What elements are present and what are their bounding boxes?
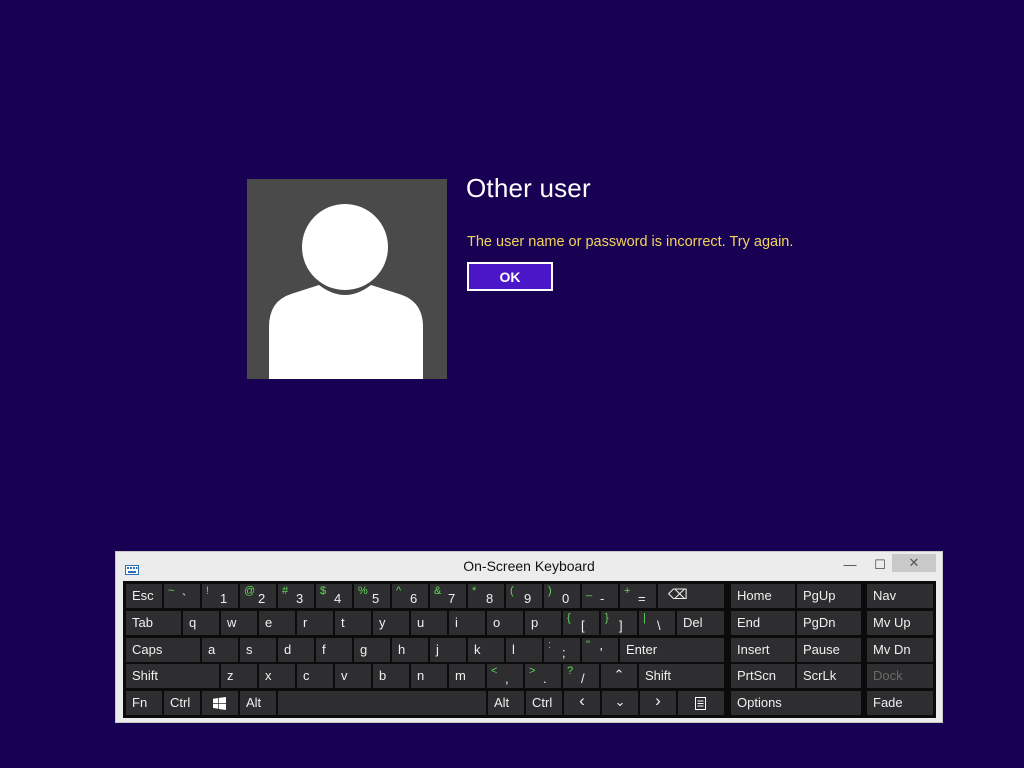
key-esc[interactable]: Esc [126,584,162,608]
close-button[interactable]: ✕ [892,554,936,572]
user-title: Other user [466,173,591,203]
key-d[interactable]: d [278,638,314,662]
key-minus[interactable]: _ - [582,584,618,608]
key-h[interactable]: h [392,638,428,662]
key-pause[interactable]: Pause [797,638,861,662]
key-k[interactable]: k [468,638,504,662]
key-z[interactable]: z [221,664,257,688]
key-period[interactable]: >. [525,664,561,688]
on-screen-keyboard-window: On-Screen Keyboard — ☐ ✕ Esc ~ ` ! 1 @2 #3… [115,551,943,723]
key-end[interactable]: End [731,611,795,635]
osk-title: On-Screen Keyboard [463,558,595,574]
key-mv-dn[interactable]: Mv Dn [867,638,933,662]
key-fade[interactable]: Fade [867,691,933,715]
key-enter[interactable]: Enter [620,638,724,662]
key-windows[interactable] [202,691,238,715]
user-avatar [247,179,447,379]
arrow-up-icon: ⌃ [613,667,625,682]
key-6[interactable]: ^ 6 [392,584,428,608]
key-o[interactable]: o [487,611,523,635]
key-ctrl-left[interactable]: Ctrl [164,691,200,715]
key-right-bracket[interactable]: }] [601,611,637,635]
key-7[interactable]: & 7 [430,584,466,608]
key-i[interactable]: i [449,611,485,635]
arrow-down-icon: ⌄ [614,694,626,709]
key-prtscn[interactable]: PrtScn [731,664,795,688]
arrow-left-icon: ‹ [579,691,585,710]
key-0[interactable]: ) 0 [544,584,580,608]
key-backspace[interactable]: ⌫ [658,584,724,608]
key-g[interactable]: g [354,638,390,662]
key-8[interactable]: * 8 [468,584,504,608]
key-3[interactable]: #3 [278,584,314,608]
key-mv-up[interactable]: Mv Up [867,611,933,635]
key-9[interactable]: (9 [506,584,542,608]
key-dock[interactable]: Dock [867,664,933,688]
key-alt-left[interactable]: Alt [240,691,276,715]
key-del[interactable]: Del [677,611,724,635]
key-j[interactable]: j [430,638,466,662]
key-v[interactable]: v [335,664,371,688]
backspace-icon: ⌫ [668,586,688,602]
key-menu[interactable] [678,691,724,715]
key-backslash[interactable]: | \ [639,611,675,635]
key-right-arrow[interactable]: › [640,691,676,715]
key-shift-right[interactable]: Shift [639,664,724,688]
key-w[interactable]: w [221,611,257,635]
key-q[interactable]: q [183,611,219,635]
key-y[interactable]: y [373,611,409,635]
key-insert[interactable]: Insert [731,638,795,662]
key-l[interactable]: l [506,638,542,662]
key-5[interactable]: % 5 [354,584,390,608]
key-up-arrow[interactable]: ⌃ [601,664,637,688]
key-quote[interactable]: " ' [582,638,618,662]
key-pgdn[interactable]: PgDn [797,611,861,635]
key-semicolon[interactable]: :; [544,638,580,662]
key-r[interactable]: r [297,611,333,635]
key-down-arrow[interactable]: ⌄ [602,691,638,715]
key-pgup[interactable]: PgUp [797,584,861,608]
key-space[interactable] [278,691,486,715]
key-t[interactable]: t [335,611,371,635]
error-message: The user name or password is incorrect. … [467,234,794,250]
key-1[interactable]: ! 1 [202,584,238,608]
minimize-button[interactable]: — [840,557,860,573]
key-scrlk[interactable]: ScrLk [797,664,861,688]
key-left-bracket[interactable]: {[ [563,611,599,635]
key-left-arrow[interactable]: ‹ [564,691,600,715]
key-2[interactable]: @2 [240,584,276,608]
user-silhouette-icon [269,204,423,379]
key-options[interactable]: Options [731,691,861,715]
key-caps[interactable]: Caps [126,638,200,662]
key-4[interactable]: $4 [316,584,352,608]
ok-button[interactable]: OK [467,262,553,291]
arrow-right-icon: › [655,691,661,710]
key-c[interactable]: c [297,664,333,688]
key-x[interactable]: x [259,664,295,688]
key-s[interactable]: s [240,638,276,662]
key-b[interactable]: b [373,664,409,688]
key-home[interactable]: Home [731,584,795,608]
key-slash[interactable]: ? / [563,664,599,688]
maximize-button[interactable]: ☐ [870,557,890,573]
key-tab[interactable]: Tab [126,611,181,635]
key-p[interactable]: p [525,611,561,635]
keyboard-panel: Esc ~ ` ! 1 @2 #3 $4 % 5 ^ 6 & 7 * 8 (9 ) 0 _ - … [123,581,936,718]
key-m[interactable]: m [449,664,485,688]
key-f[interactable]: f [316,638,352,662]
key-n[interactable]: n [411,664,447,688]
key-nav[interactable]: Nav [867,584,933,608]
key-ctrl-right[interactable]: Ctrl [526,691,562,715]
key-a[interactable]: a [202,638,238,662]
key-comma[interactable]: <, [487,664,523,688]
key-backtick[interactable]: ~ ` [164,584,200,608]
key-equals[interactable]: + = [620,584,656,608]
key-e[interactable]: e [259,611,295,635]
key-u[interactable]: u [411,611,447,635]
windows-logo-icon [213,697,226,713]
key-fn[interactable]: Fn [126,691,162,715]
key-shift-left[interactable]: Shift [126,664,219,688]
menu-key-icon [695,697,706,713]
key-alt-right[interactable]: Alt [488,691,524,715]
